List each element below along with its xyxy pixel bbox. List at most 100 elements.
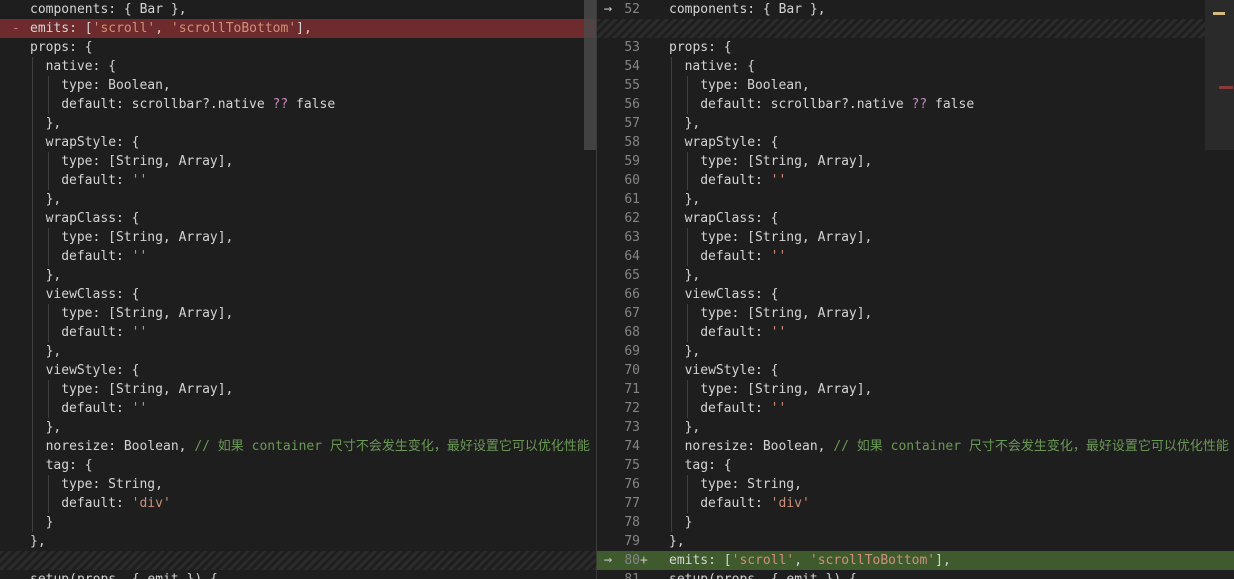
code-line[interactable]: 71 type: [String, Array], — [597, 380, 1234, 399]
code-line[interactable]: default: 'div' — [0, 494, 596, 513]
code-token: wrapClass: { — [45, 211, 140, 226]
code-text: noresize: Boolean, // 如果 container 尺寸不会发… — [30, 437, 590, 456]
indent-guide — [32, 380, 33, 399]
code-line[interactable]: wrapStyle: { — [0, 133, 596, 152]
diff-arrow-icon[interactable]: → — [597, 551, 619, 570]
indent-guide — [32, 304, 33, 323]
minimap[interactable] — [1205, 0, 1234, 150]
code-line[interactable]: 73}, — [597, 418, 1234, 437]
code-token: type: [String, Array], — [700, 382, 873, 397]
code-line[interactable]: }, — [0, 114, 596, 133]
code-line[interactable]: 61}, — [597, 190, 1234, 209]
code-line[interactable]: default: '' — [0, 171, 596, 190]
code-line[interactable]: 68 default: '' — [597, 323, 1234, 342]
code-line[interactable]: default: '' — [0, 399, 596, 418]
code-line[interactable]: type: [String, Array], — [0, 304, 596, 323]
code-line[interactable]: default: scrollbar?.native ?? false — [0, 95, 596, 114]
code-line[interactable]: 75 tag: { — [597, 456, 1234, 475]
code-line[interactable]: }, — [0, 342, 596, 361]
code-text: default: scrollbar?.native ?? false — [669, 95, 974, 114]
indent-guide — [47, 171, 49, 190]
code-line[interactable]: 69}, — [597, 342, 1234, 361]
code-line[interactable]: tag: { — [0, 456, 596, 475]
code-line[interactable]: 53 props: { — [597, 38, 1234, 57]
code-line[interactable]: 80 → + emits: ['scroll', 'scrollToBottom'], — [597, 551, 1234, 570]
code-line[interactable]: props: { — [0, 38, 596, 57]
code-line[interactable]: 60 default: '' — [597, 171, 1234, 190]
indent-guide — [686, 76, 688, 95]
indent-guide — [671, 494, 672, 513]
left-scrollbar-thumb[interactable] — [584, 0, 596, 150]
indent-guide — [32, 247, 33, 266]
code-line[interactable]: viewClass: { — [0, 285, 596, 304]
code-token: }, — [45, 192, 62, 207]
diff-right-pane[interactable]: 52 → components: { Bar }, 53 props: {54 nativ… — [597, 0, 1234, 579]
code-line[interactable]: components: { Bar }, — [0, 0, 596, 19]
code-line[interactable]: default: '' — [0, 323, 596, 342]
code-line[interactable]: wrapClass: { — [0, 209, 596, 228]
code-line[interactable]: 70 viewStyle: { — [597, 361, 1234, 380]
code-line[interactable]: } — [0, 513, 596, 532]
code-line[interactable]: default: '' — [0, 247, 596, 266]
code-line[interactable]: native: { — [0, 57, 596, 76]
code-line[interactable]: 65}, — [597, 266, 1234, 285]
diff-arrow-icon[interactable]: → — [597, 0, 619, 19]
code-token: tag: { — [684, 458, 732, 473]
code-line[interactable]: 78} — [597, 513, 1234, 532]
code-text: viewClass: { — [30, 285, 140, 304]
code-line[interactable]: 59 type: [String, Array], — [597, 152, 1234, 171]
code-text: native: { — [30, 57, 116, 76]
code-line[interactable]: type: Boolean, — [0, 76, 596, 95]
comment-token: // 如果 container 尺寸不会发生变化，最好设置它可以优化性能 — [194, 439, 590, 454]
code-line[interactable]: 67 type: [String, Array], — [597, 304, 1234, 323]
code-token: }, — [684, 344, 701, 359]
code-token: ], — [935, 553, 951, 568]
code-line[interactable]: 62 wrapClass: { — [597, 209, 1234, 228]
code-line[interactable]: type: [String, Array], — [0, 228, 596, 247]
code-line[interactable]: setup(props, { emit }) { — [0, 570, 596, 579]
string-token: '' — [131, 401, 148, 416]
code-line[interactable]: }, — [0, 266, 596, 285]
code-line[interactable]: 74 noresize: Boolean, // 如果 container 尺寸不… — [597, 437, 1234, 456]
code-line[interactable]: }, — [0, 190, 596, 209]
code-line[interactable]: 63 type: [String, Array], — [597, 228, 1234, 247]
code-line[interactable]: viewStyle: { — [0, 361, 596, 380]
diff-left-pane[interactable]: components: { Bar }, - emits: ['scroll', '… — [0, 0, 596, 579]
indent-guide — [671, 456, 672, 475]
code-token: }, — [684, 192, 701, 207]
code-line[interactable]: - emits: ['scroll', 'scrollToBottom'], — [0, 19, 596, 38]
code-line[interactable]: 79}, — [597, 532, 1234, 551]
code-line[interactable]: 52 → components: { Bar }, — [597, 0, 1234, 19]
code-line[interactable]: 57}, — [597, 114, 1234, 133]
diff-gap-hatch — [597, 19, 1234, 38]
indent-guide — [32, 228, 33, 247]
indent-guide — [47, 323, 49, 342]
code-text: viewClass: { — [669, 285, 779, 304]
code-token: , — [155, 21, 171, 36]
code-line[interactable]: }, — [0, 418, 596, 437]
code-line[interactable]: 56 default: scrollbar?.native ?? false — [597, 95, 1234, 114]
code-line[interactable]: type: [String, Array], — [0, 380, 596, 399]
code-line[interactable]: type: String, — [0, 475, 596, 494]
code-line[interactable]: 66 viewClass: { — [597, 285, 1234, 304]
code-line[interactable]: 72 default: '' — [597, 399, 1234, 418]
code-token: components: { Bar }, — [669, 2, 826, 17]
code-line[interactable]: 76 type: String, — [597, 475, 1234, 494]
code-line[interactable]: type: [String, Array], — [0, 152, 596, 171]
code-line[interactable]: 64 default: '' — [597, 247, 1234, 266]
indent-guide — [32, 399, 33, 418]
code-line[interactable]: 58 wrapStyle: { — [597, 133, 1234, 152]
code-token: default: — [700, 249, 771, 264]
code-line[interactable]: noresize: Boolean, // 如果 container 尺寸不会发… — [0, 437, 596, 456]
code-token: viewStyle: { — [684, 363, 779, 378]
line-number: 73 — [624, 420, 640, 435]
code-line[interactable]: 77 default: 'div' — [597, 494, 1234, 513]
indent-guide — [671, 76, 672, 95]
code-token: }, — [45, 420, 62, 435]
code-line[interactable]: 55 type: Boolean, — [597, 76, 1234, 95]
indent-guide — [32, 456, 33, 475]
code-line[interactable]: }, — [0, 532, 596, 551]
code-line[interactable]: 81 setup(props, { emit }) { — [597, 570, 1234, 579]
code-line[interactable]: 54 native: { — [597, 57, 1234, 76]
indent-guide — [47, 475, 49, 494]
